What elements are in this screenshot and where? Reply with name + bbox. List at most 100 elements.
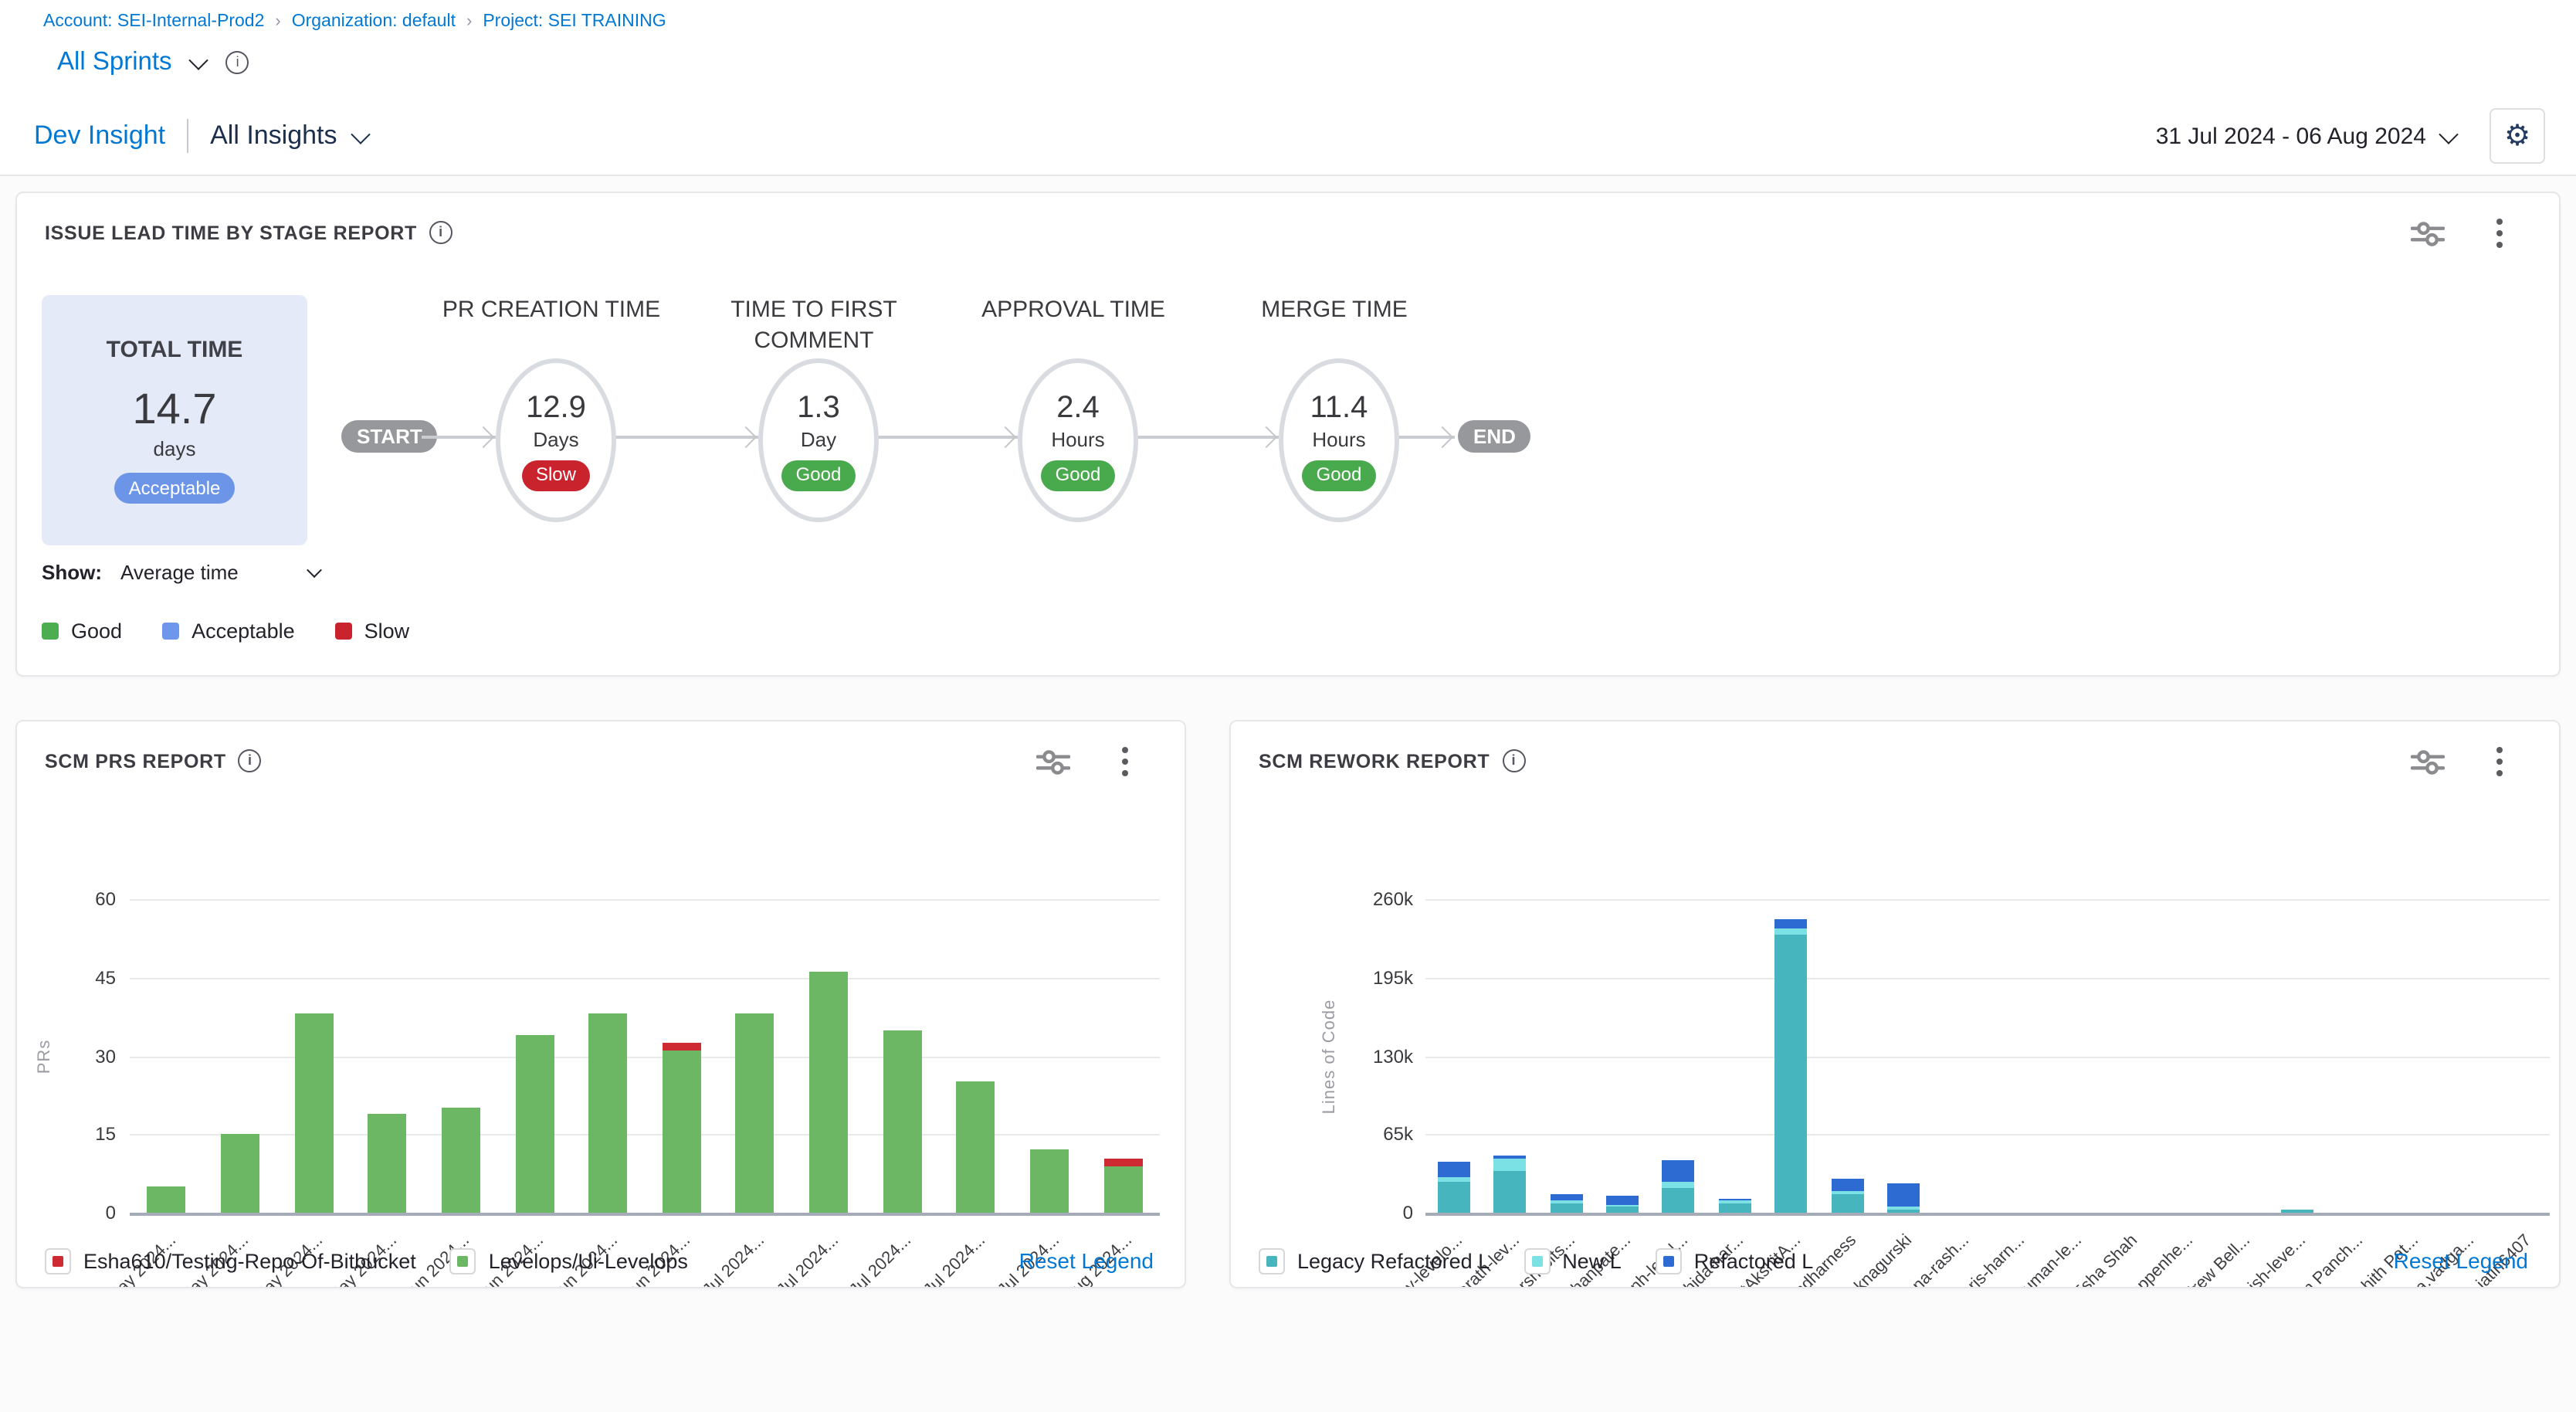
bar-segment xyxy=(1493,1159,1526,1172)
insight-selector-value[interactable]: All Insights xyxy=(210,120,337,151)
legend-label: Refactored L xyxy=(1694,1250,1814,1273)
bar-segment xyxy=(663,1043,701,1051)
module-title[interactable]: Dev Insight xyxy=(34,120,165,151)
legend-item[interactable]: Refactored L xyxy=(1656,1248,1814,1275)
bar-segment xyxy=(1887,1207,1920,1210)
legend-label: Slow xyxy=(364,619,410,643)
y-axis-tick: 15 xyxy=(48,1124,116,1146)
legend-label: New L xyxy=(1562,1250,1622,1273)
stage-circle[interactable]: 2.4 Hours Good xyxy=(1018,358,1138,522)
legend-label: Good xyxy=(71,619,122,643)
stage-unit: Hours xyxy=(1051,427,1104,450)
breadcrumb-separator: › xyxy=(275,12,280,31)
reset-legend-link[interactable]: Reset Legend xyxy=(2394,1248,2528,1273)
top-bar: Account: SEI-Internal-Prod2 › Organizati… xyxy=(0,0,2576,99)
stage-approval[interactable]: APPROVAL TIME 2.4 Hours Good xyxy=(950,295,1197,635)
legend-swatch xyxy=(45,1248,71,1275)
stage-circle[interactable]: 12.9 Days Slow xyxy=(496,358,616,522)
filter-sliders-icon[interactable] xyxy=(2411,218,2445,249)
stage-name: PR CREATION TIME xyxy=(428,295,675,326)
prs-bar-chart: 015304560PRs06 May 2024...13 May 2024...… xyxy=(17,721,1185,1287)
legend-swatch xyxy=(162,623,179,640)
bar-segment xyxy=(1493,1172,1526,1213)
bar-segment xyxy=(1831,1193,1863,1213)
panel-title-text: ISSUE LEAD TIME BY STAGE REPORT xyxy=(45,222,417,243)
scm-prs-panel: SCM PRS REPORT i 015304560PRs06 May 2024… xyxy=(15,720,1186,1288)
settings-button[interactable]: ⚙ xyxy=(2490,108,2545,164)
bar-segment xyxy=(294,1014,333,1213)
stage-status-badge: Good xyxy=(782,460,856,490)
info-icon: i xyxy=(226,51,249,74)
legend-label: Esha610/Testing-Repo-Of-Bitbucket xyxy=(83,1250,416,1273)
sprint-selector-value[interactable]: All Sprints xyxy=(57,48,172,77)
kebab-menu-icon[interactable] xyxy=(2482,218,2516,249)
legend-item[interactable]: Esha610/Testing-Repo-Of-Bitbucket xyxy=(45,1248,416,1275)
breadcrumb-organization[interactable]: Organization: default xyxy=(292,12,456,31)
rework-bar-chart: 065k130k195k260kLines of Codeajay-levelo… xyxy=(1231,721,2559,1287)
legend-label: Levelops/Ui-Levelops xyxy=(489,1250,688,1273)
legend-item: Good xyxy=(42,619,122,643)
bar-segment xyxy=(1774,920,1807,928)
stage-pr-creation[interactable]: PR CREATION TIME 12.9 Days Slow xyxy=(428,295,675,635)
legend-swatch xyxy=(450,1248,476,1275)
stage-value: 11.4 xyxy=(1310,390,1368,426)
insight-selector[interactable]: All Insights xyxy=(210,120,368,151)
show-value[interactable]: Average time xyxy=(120,561,239,584)
breadcrumb-separator: › xyxy=(466,12,472,31)
stage-circle[interactable]: 11.4 Hours Good xyxy=(1279,358,1399,522)
gridline xyxy=(130,978,1160,979)
gridline xyxy=(1425,1056,2550,1057)
y-axis-tick: 0 xyxy=(1339,1202,1413,1224)
legend-swatch xyxy=(1259,1248,1285,1275)
bar-segment xyxy=(1550,1201,1582,1203)
legend-item[interactable]: Levelops/Ui-Levelops xyxy=(450,1248,688,1275)
divider xyxy=(187,119,188,153)
chevron-down-icon[interactable] xyxy=(307,562,323,578)
legend-item[interactable]: Legacy Refactored L xyxy=(1259,1248,1490,1275)
y-axis-tick: 65k xyxy=(1339,1124,1413,1146)
legend-item[interactable]: New L xyxy=(1524,1248,1622,1275)
y-axis-title: Lines of Code xyxy=(1320,999,1339,1114)
info-icon: i xyxy=(429,221,452,244)
bar-segment xyxy=(1774,928,1807,935)
bar-segment xyxy=(809,972,848,1213)
bar-segment xyxy=(1030,1150,1069,1213)
scm-rework-panel: SCM REWORK REPORT i 065k130k195k260kLine… xyxy=(1229,720,2561,1288)
gridline xyxy=(130,1135,1160,1136)
stage-status-badge: Good xyxy=(1042,460,1115,490)
insight-header: Dev Insight All Insights 31 Jul 2024 - 0… xyxy=(0,97,2576,176)
legend-swatch xyxy=(42,623,59,640)
breadcrumb-project[interactable]: Project: SEI TRAINING xyxy=(483,12,666,31)
total-time-card: TOTAL TIME 14.7 days Acceptable xyxy=(42,295,307,545)
stage-value: 1.3 xyxy=(797,390,840,426)
bar-segment xyxy=(957,1082,995,1213)
reset-legend-link[interactable]: Reset Legend xyxy=(1019,1248,1154,1273)
chevron-down-icon[interactable] xyxy=(189,50,208,70)
stage-merge[interactable]: MERGE TIME 11.4 Hours Good xyxy=(1211,295,1458,635)
bar-segment xyxy=(736,1014,774,1213)
date-range-picker[interactable]: 31 Jul 2024 - 06 Aug 2024 xyxy=(2156,123,2456,149)
y-axis-tick: 260k xyxy=(1339,888,1413,910)
sprint-selector[interactable]: All Sprints i xyxy=(57,48,249,77)
breadcrumb: Account: SEI-Internal-Prod2 › Organizati… xyxy=(43,12,666,31)
breadcrumb-account[interactable]: Account: SEI-Internal-Prod2 xyxy=(43,12,264,31)
bar-segment xyxy=(515,1035,554,1213)
bar-segment xyxy=(221,1135,259,1213)
stage-circle[interactable]: 1.3 Day Good xyxy=(758,358,879,522)
bar-segment xyxy=(1550,1193,1582,1200)
status-legend: GoodAcceptableSlow xyxy=(42,619,409,643)
chevron-down-icon[interactable] xyxy=(351,124,371,143)
y-axis-title: PRs xyxy=(36,1039,54,1074)
flow-end-pill: END xyxy=(1458,420,1531,453)
date-range-value[interactable]: 31 Jul 2024 - 06 Aug 2024 xyxy=(2156,123,2426,149)
gridline xyxy=(1425,1135,2550,1136)
bar-segment xyxy=(1718,1201,1751,1203)
stage-time-to-first-comment[interactable]: TIME TO FIRST COMMENT 1.3 Day Good xyxy=(690,295,937,635)
bar-segment xyxy=(1606,1196,1639,1204)
x-axis-line xyxy=(130,1213,1160,1215)
bar-segment xyxy=(2280,1210,2313,1213)
chevron-down-icon[interactable] xyxy=(2439,124,2458,143)
stage-status-badge: Slow xyxy=(522,460,590,490)
bar-segment xyxy=(1103,1166,1142,1213)
total-status-badge: Acceptable xyxy=(115,473,235,504)
